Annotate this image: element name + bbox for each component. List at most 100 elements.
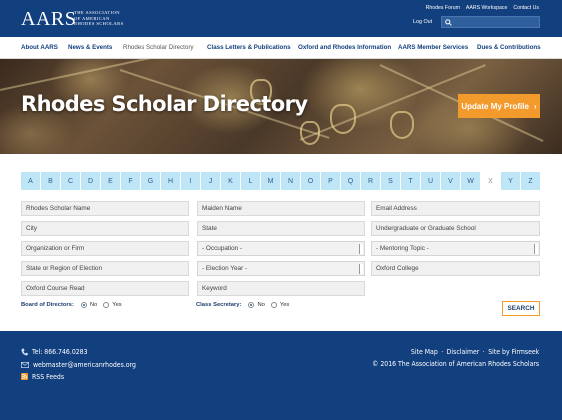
organization-field[interactable]: Organization or Firm bbox=[21, 241, 189, 256]
letter-j-button[interactable]: J bbox=[201, 172, 220, 190]
letter-d-button[interactable]: D bbox=[81, 172, 100, 190]
region-of-election-field[interactable]: State or Region of Election bbox=[21, 261, 189, 276]
letter-t-button[interactable]: T bbox=[401, 172, 420, 190]
hero-banner: Rhodes Scholar Directory Update My Profi… bbox=[0, 59, 562, 154]
select-arrow-icon bbox=[534, 244, 538, 254]
election-year-select[interactable]: - Election Year - bbox=[197, 261, 365, 276]
rss-icon bbox=[21, 373, 28, 380]
select-arrow-icon bbox=[359, 264, 363, 274]
letter-x-button: X bbox=[481, 172, 500, 190]
letter-n-button[interactable]: N bbox=[281, 172, 300, 190]
letter-e-button[interactable]: E bbox=[101, 172, 120, 190]
letter-a-button[interactable]: A bbox=[21, 172, 40, 190]
footer-email[interactable]: webmaster@americanrhodes.org bbox=[21, 360, 153, 369]
nav-oxford-rhodes-info[interactable]: Oxford and Rhodes Information bbox=[298, 44, 391, 51]
keyword-field[interactable]: Keyword bbox=[197, 281, 365, 296]
letter-f-button[interactable]: F bbox=[121, 172, 140, 190]
letter-p-button[interactable]: P bbox=[321, 172, 340, 190]
letter-w-button[interactable]: W bbox=[461, 172, 480, 190]
nav-class-letters[interactable]: Class Letters & Publications bbox=[207, 44, 291, 51]
hero-crest bbox=[300, 121, 320, 145]
footer-copyright-text: © 2016 The Association of American Rhode… bbox=[372, 359, 539, 368]
footer-links: Site Map · Disclaimer · Site by Firmseek bbox=[410, 347, 539, 356]
secretary-no-radio[interactable] bbox=[248, 302, 255, 308]
letter-v-button[interactable]: V bbox=[441, 172, 460, 190]
link-contact-us[interactable]: Contact Us bbox=[513, 5, 539, 11]
search-button[interactable]: SEARCH bbox=[502, 301, 540, 316]
nav-news-events[interactable]: News & Events bbox=[68, 44, 112, 51]
rhodes-scholar-name-field[interactable]: Rhodes Scholar Name bbox=[21, 201, 189, 216]
nav-about-aars[interactable]: About AARS bbox=[21, 44, 58, 51]
update-profile-button[interactable]: Update My Profile › bbox=[458, 94, 540, 118]
board-no-label: No bbox=[89, 302, 98, 308]
board-of-directors-label: Board of Directors: bbox=[21, 302, 74, 308]
main-nav: About AARS News & Events Rhodes Scholar … bbox=[0, 37, 562, 59]
letter-z-button[interactable]: Z bbox=[521, 172, 540, 190]
link-aars-workspace[interactable]: AARS Workspace bbox=[466, 5, 507, 11]
board-yes-radio[interactable] bbox=[103, 302, 110, 308]
city-field[interactable]: City bbox=[21, 221, 189, 236]
logout-link[interactable]: Log Out bbox=[413, 19, 432, 25]
alphabet-filter: ABCDEFGHIJKLMNOPQRSTUVWXYZ bbox=[21, 172, 540, 190]
state-field[interactable]: State bbox=[197, 221, 365, 236]
secretary-no-label: No bbox=[257, 302, 265, 308]
mentoring-select-value: - Mentoring Topic - bbox=[376, 245, 429, 252]
nav-dues-contributions[interactable]: Dues & Contributions bbox=[477, 44, 541, 51]
logo-subtitle: THE ASSOCIATION OF AMERICAN RHODES SCHOL… bbox=[74, 10, 124, 27]
top-bar: AARS THE ASSOCIATION OF AMERICAN RHODES … bbox=[0, 0, 562, 37]
nav-member-services[interactable]: AARS Member Services bbox=[398, 44, 468, 51]
letter-h-button[interactable]: H bbox=[161, 172, 180, 190]
letter-g-button[interactable]: G bbox=[141, 172, 160, 190]
occupation-select-value: - Occupation - bbox=[202, 245, 243, 252]
footer-link-firmseek[interactable]: Site by Firmseek bbox=[488, 347, 539, 356]
chevron-right-icon: › bbox=[533, 101, 537, 111]
oxford-college-field[interactable]: Oxford College bbox=[371, 261, 540, 276]
letter-u-button[interactable]: U bbox=[421, 172, 440, 190]
letter-m-button[interactable]: M bbox=[261, 172, 280, 190]
letter-r-button[interactable]: R bbox=[361, 172, 380, 190]
utility-links: Rhodes Forum AARS Workspace Contact Us bbox=[426, 5, 539, 11]
letter-s-button[interactable]: S bbox=[381, 172, 400, 190]
site-search-input[interactable] bbox=[441, 16, 540, 28]
letter-i-button[interactable]: I bbox=[181, 172, 200, 190]
footer-phone: Tel: 866.746.0283 bbox=[21, 347, 97, 356]
letter-c-button[interactable]: C bbox=[61, 172, 80, 190]
oxford-course-field[interactable]: Oxford Course Read bbox=[21, 281, 189, 296]
nav-rhodes-scholar-directory[interactable]: Rhodes Scholar Directory bbox=[123, 44, 194, 51]
select-arrow-icon bbox=[359, 244, 363, 254]
page-title: Rhodes Scholar Directory bbox=[21, 92, 308, 116]
school-field[interactable]: Undergraduate or Graduate School bbox=[371, 221, 540, 236]
letter-l-button[interactable]: L bbox=[241, 172, 260, 190]
letter-y-button[interactable]: Y bbox=[501, 172, 520, 190]
site-logo[interactable]: AARS bbox=[21, 8, 76, 31]
footer-link-disclaimer[interactable]: Disclaimer bbox=[446, 347, 479, 356]
mail-icon bbox=[21, 361, 29, 368]
letter-q-button[interactable]: Q bbox=[341, 172, 360, 190]
board-no-radio[interactable] bbox=[80, 302, 87, 308]
letter-b-button[interactable]: B bbox=[41, 172, 60, 190]
election-year-select-value: - Election Year - bbox=[202, 265, 248, 272]
occupation-select[interactable]: - Occupation - bbox=[197, 241, 365, 256]
secretary-yes-radio[interactable] bbox=[270, 302, 277, 308]
logo-subtitle-line-1: THE ASSOCIATION bbox=[74, 10, 120, 15]
footer-rss[interactable]: RSS Feeds bbox=[21, 372, 69, 381]
link-rhodes-forum[interactable]: Rhodes Forum bbox=[426, 5, 460, 11]
footer-link-site-map[interactable]: Site Map bbox=[411, 347, 438, 356]
update-profile-label: Update My Profile bbox=[461, 101, 529, 111]
letter-o-button[interactable]: O bbox=[301, 172, 320, 190]
secretary-yes-label: Yes bbox=[279, 302, 290, 308]
footer-phone-text: Tel: 866.746.0283 bbox=[32, 347, 88, 356]
logo-subtitle-line-3: RHODES SCHOLARS bbox=[74, 21, 124, 27]
email-field[interactable]: Email Address bbox=[371, 201, 540, 216]
hero-crest bbox=[390, 111, 414, 139]
phone-icon bbox=[21, 348, 28, 355]
search-icon bbox=[445, 19, 452, 26]
board-of-directors-group: Board of Directors: No Yes bbox=[21, 302, 122, 308]
class-secretary-label: Class Secretary: bbox=[196, 302, 242, 308]
mentoring-topic-select[interactable]: - Mentoring Topic - bbox=[371, 241, 540, 256]
board-yes-label: Yes bbox=[112, 302, 122, 308]
footer-rss-text: RSS Feeds bbox=[32, 372, 65, 381]
site-footer: Tel: 866.746.0283 webmaster@americanrhod… bbox=[0, 331, 562, 420]
maiden-name-field[interactable]: Maiden Name bbox=[197, 201, 365, 216]
letter-k-button[interactable]: K bbox=[221, 172, 240, 190]
